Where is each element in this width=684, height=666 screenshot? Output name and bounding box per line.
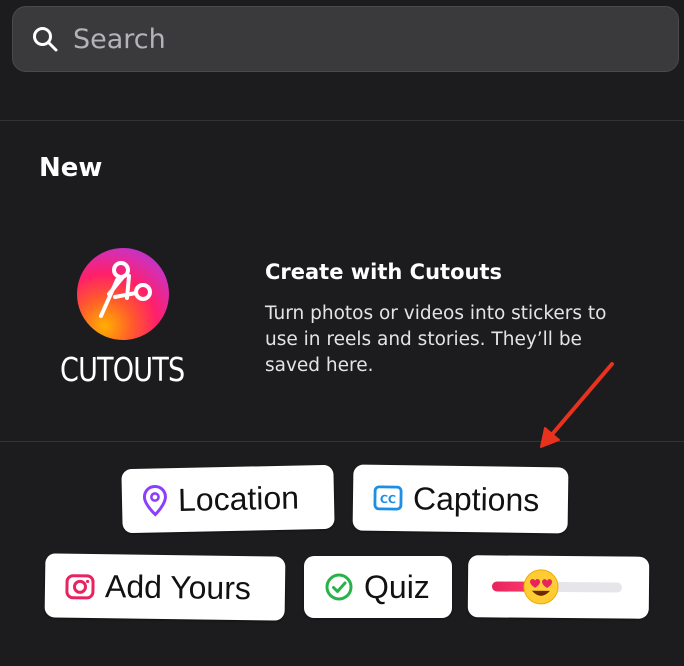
heart-eyes-emoji-icon[interactable] [521, 567, 561, 607]
search-input[interactable] [71, 22, 635, 56]
camera-icon [65, 574, 95, 600]
emoji-slider-track[interactable] [491, 569, 623, 605]
add-yours-sticker-label: Add Yours [104, 567, 252, 606]
promo-title: Create with Cutouts [265, 260, 502, 284]
quiz-sticker[interactable]: Quiz [304, 556, 452, 618]
section-title: New [39, 153, 103, 183]
cutouts-logo[interactable] [77, 248, 169, 340]
location-sticker[interactable]: Location [121, 464, 335, 534]
captions-sticker-label: Captions [412, 479, 540, 518]
search-icon [33, 27, 58, 52]
search-bar[interactable] [12, 6, 679, 72]
divider-bottom [0, 441, 684, 442]
add-yours-sticker[interactable]: Add Yours [44, 553, 286, 621]
cc-icon: CC [373, 485, 403, 511]
divider-top [0, 120, 684, 121]
emoji-slider-sticker[interactable] [467, 555, 650, 619]
promo-description: Turn photos or videos into stickers to u… [265, 303, 607, 376]
check-circle-icon [325, 573, 353, 601]
cutouts-logo-label: CUTOUTS [60, 350, 185, 389]
captions-sticker[interactable]: CC Captions [352, 464, 569, 534]
quiz-sticker-label: Quiz [364, 568, 430, 605]
scissors-icon [99, 261, 152, 318]
location-pin-icon [142, 485, 167, 517]
location-sticker-label: Location [177, 479, 300, 518]
svg-text:CC: CC [380, 493, 396, 506]
